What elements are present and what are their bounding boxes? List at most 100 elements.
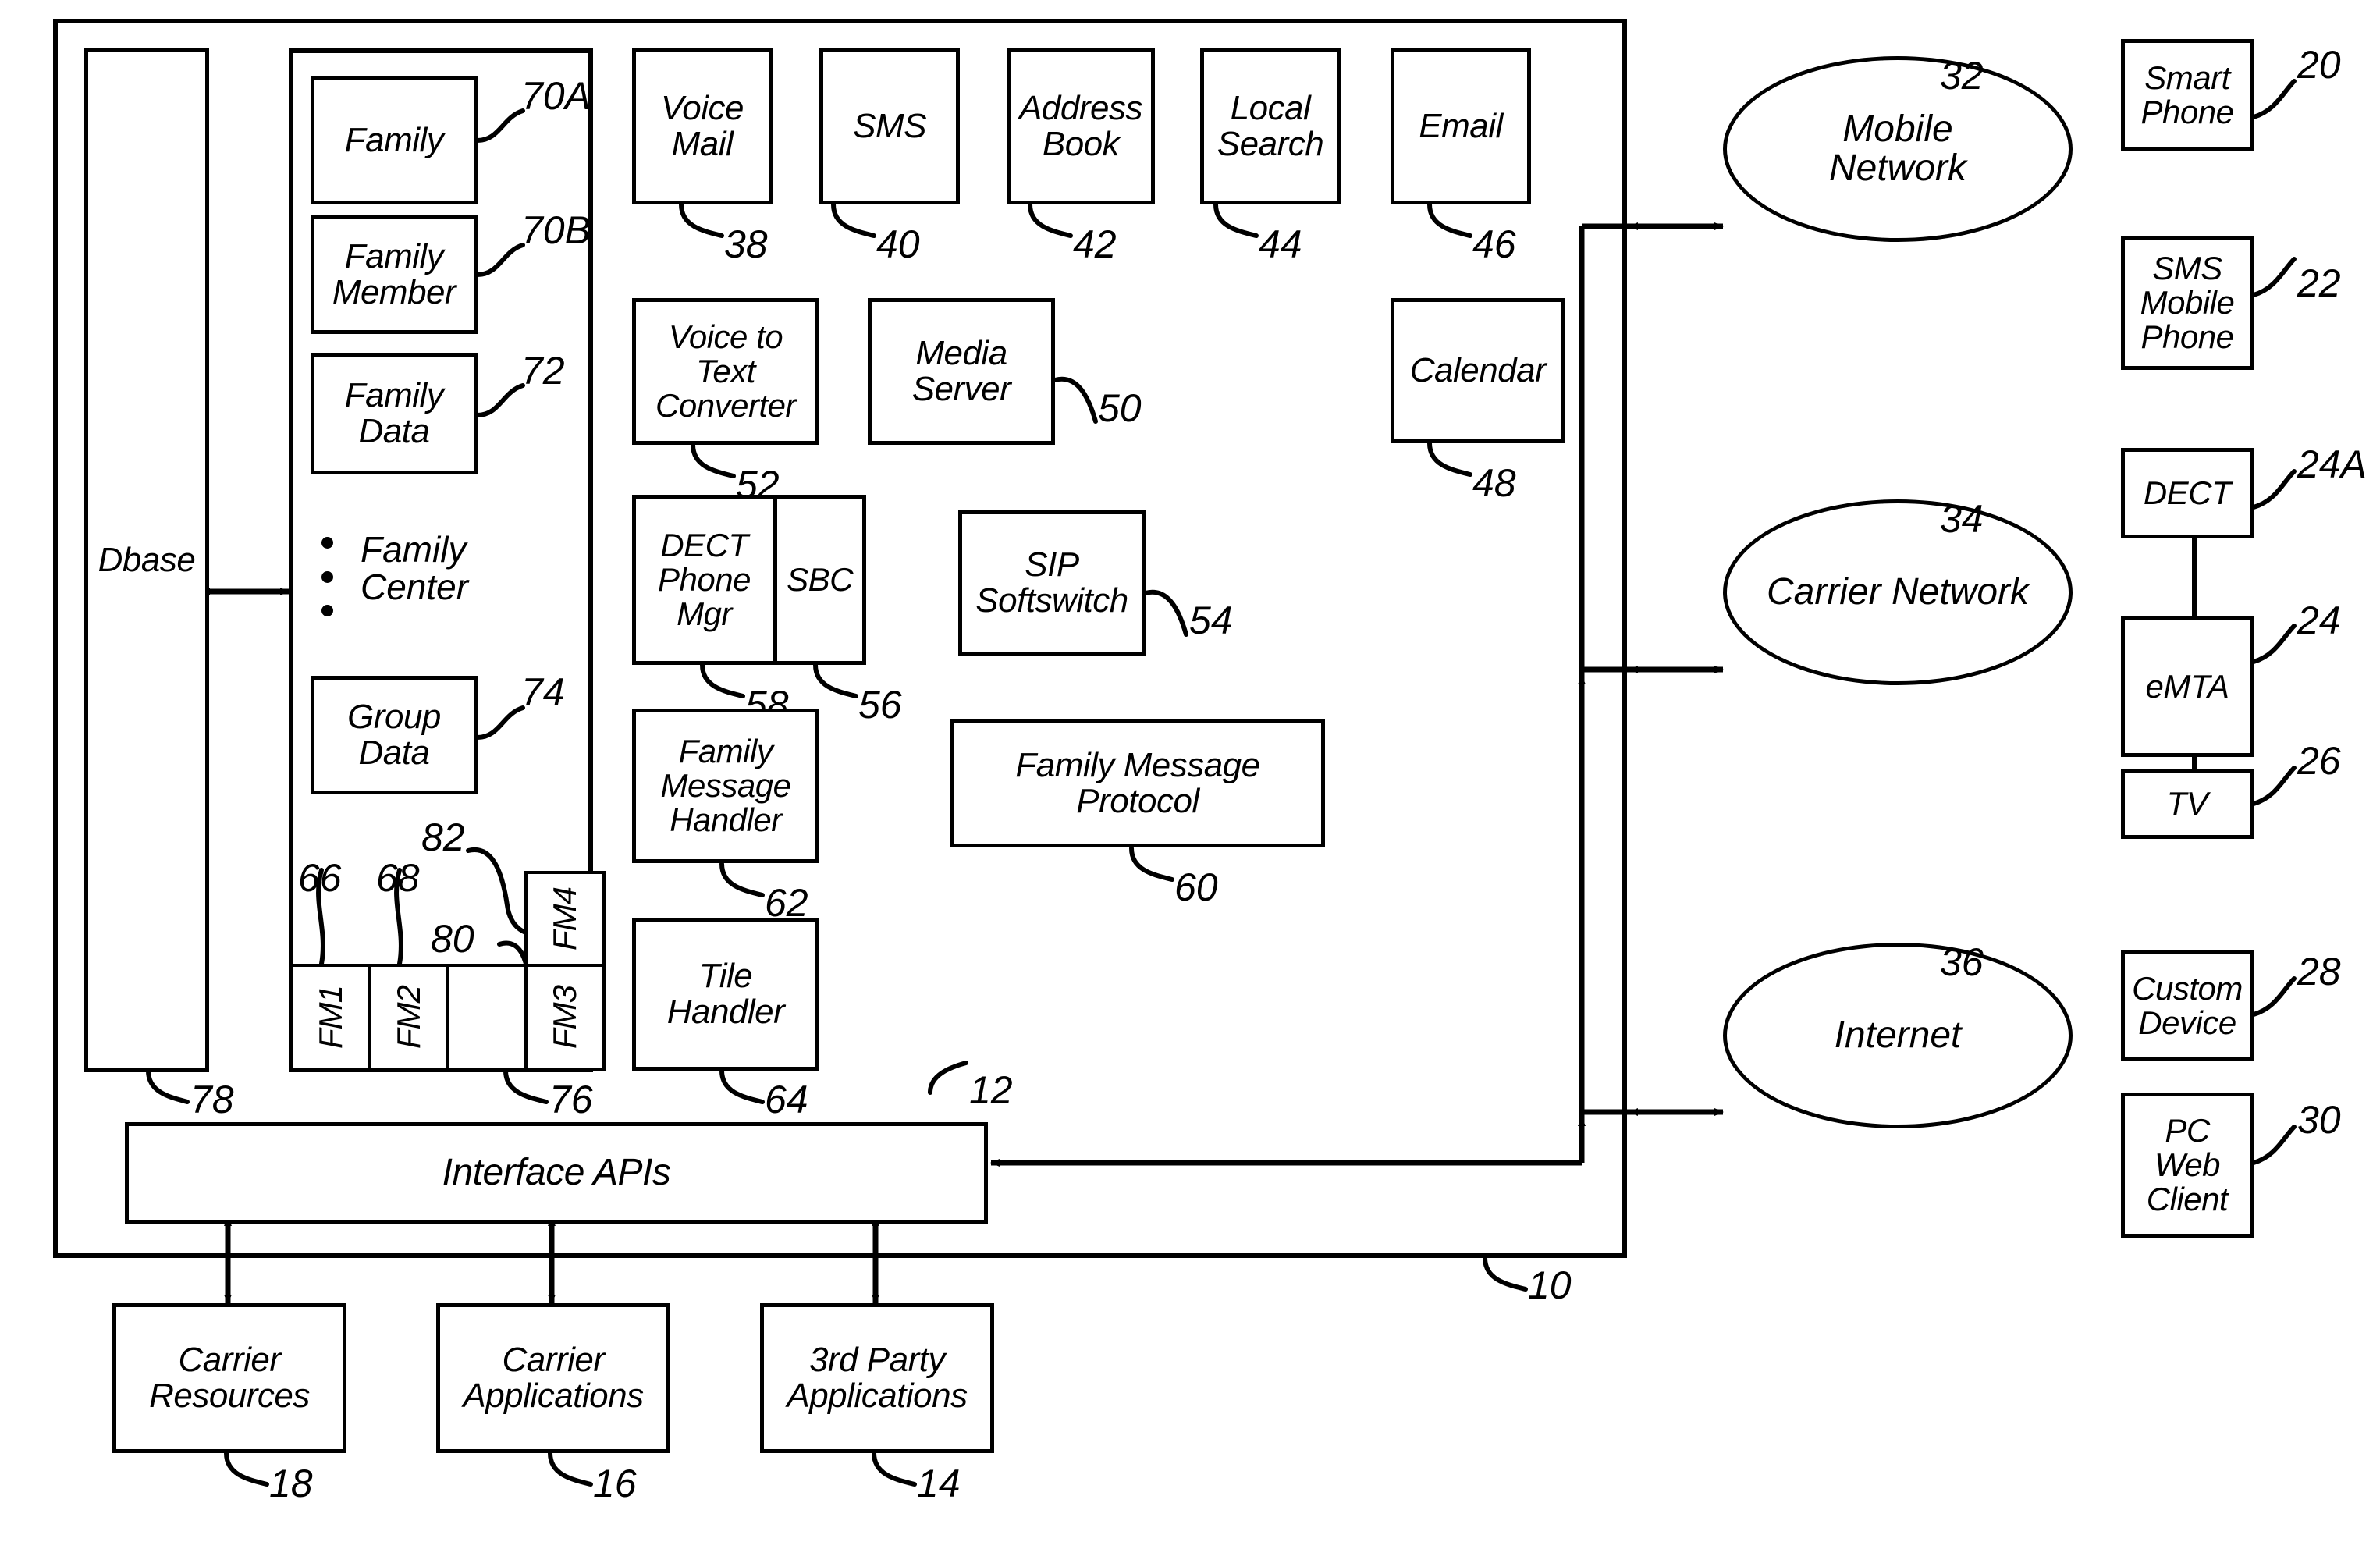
mobile-network-label: Mobile Network — [1828, 108, 1967, 189]
sms-box[interactable]: SMS — [819, 48, 960, 204]
ref-32: 32 — [1940, 54, 1984, 98]
family-member-label: Family Member — [332, 236, 456, 311]
ref-18: 18 — [269, 1462, 313, 1505]
fm-strip-spacer — [446, 964, 528, 1071]
ref-66: 66 — [298, 856, 342, 900]
interface-apis-label: Interface APIs — [442, 1151, 671, 1193]
bullet-dot — [321, 605, 333, 616]
third-party-applications-label: 3rd Party Applications — [787, 1340, 968, 1415]
carrier-resources-box[interactable]: Carrier Resources — [112, 1303, 346, 1453]
local-search-label: Local Search — [1217, 88, 1324, 163]
family-member-box[interactable]: Family Member — [311, 215, 478, 334]
ref-50: 50 — [1098, 386, 1142, 430]
carrier-network-ellipse[interactable]: Carrier Network — [1723, 499, 2073, 685]
pc-web-client-box[interactable]: PC Web Client — [2121, 1093, 2254, 1238]
fm1-box[interactable]: FM1 — [290, 964, 371, 1071]
figure-canvas: Dbase 78 Family 70A Family Member 70B Fa… — [0, 0, 2380, 1542]
email-box[interactable]: Email — [1391, 48, 1531, 204]
ref-26: 26 — [2297, 739, 2341, 783]
calendar-box[interactable]: Calendar — [1391, 298, 1565, 443]
tv-box[interactable]: TV — [2121, 769, 2254, 839]
fm4-box[interactable]: FM4 — [524, 871, 606, 967]
fm2-label: FM2 — [389, 986, 427, 1049]
calendar-label: Calendar — [1409, 350, 1547, 389]
dect-phone-mgr-label: DECT Phone Mgr — [658, 526, 751, 633]
emta-label: eMTA — [2145, 667, 2229, 705]
family-message-handler-box[interactable]: Family Message Handler — [632, 709, 819, 863]
ref-34: 34 — [1940, 497, 1984, 541]
tile-handler-label: Tile Handler — [666, 956, 785, 1031]
family-data-box[interactable]: Family Data — [311, 353, 478, 474]
voice-mail-box[interactable]: Voice Mail — [632, 48, 773, 204]
carrier-applications-box[interactable]: Carrier Applications — [436, 1303, 670, 1453]
family-box[interactable]: Family — [311, 76, 478, 204]
ref-56: 56 — [858, 683, 902, 727]
ref-40: 40 — [876, 222, 920, 266]
ref-24: 24 — [2297, 599, 2341, 642]
dect-phone-mgr-box[interactable]: DECT Phone Mgr — [632, 495, 776, 665]
ref-22: 22 — [2297, 261, 2341, 305]
sms-label: SMS — [853, 106, 926, 145]
ref-14: 14 — [917, 1462, 961, 1505]
emta-box[interactable]: eMTA — [2121, 616, 2254, 757]
pc-web-client-label: PC Web Client — [2146, 1111, 2229, 1218]
group-data-box[interactable]: Group Data — [311, 676, 478, 794]
voice-mail-label: Voice Mail — [661, 88, 744, 163]
dect-label: DECT — [2143, 474, 2232, 511]
internet-label: Internet — [1834, 1014, 1962, 1056]
smart-phone-box[interactable]: Smart Phone — [2121, 39, 2254, 151]
ref-30: 30 — [2297, 1098, 2341, 1142]
dect-box[interactable]: DECT — [2121, 448, 2254, 538]
ref-48: 48 — [1472, 461, 1516, 505]
ref-44: 44 — [1259, 222, 1302, 266]
local-search-box[interactable]: Local Search — [1200, 48, 1341, 204]
mobile-network-ellipse[interactable]: Mobile Network — [1723, 56, 2073, 242]
ref-36: 36 — [1940, 940, 1984, 984]
internet-ellipse[interactable]: Internet — [1723, 943, 2073, 1128]
ref-42: 42 — [1073, 222, 1117, 266]
tile-handler-box[interactable]: Tile Handler — [632, 918, 819, 1071]
bullet-dot — [321, 570, 333, 583]
ref-82: 82 — [421, 815, 465, 859]
sms-mobile-phone-box[interactable]: SMS Mobile Phone — [2121, 236, 2254, 370]
carrier-network-label: Carrier Network — [1766, 570, 2030, 613]
carrier-resources-label: Carrier Resources — [149, 1340, 310, 1415]
fm4-label: FM4 — [545, 887, 583, 950]
ref-28: 28 — [2297, 950, 2341, 993]
family-message-handler-label: Family Message Handler — [660, 732, 791, 839]
fm3-box[interactable]: FM3 — [524, 964, 606, 1071]
fm1-label: FM1 — [311, 986, 349, 1049]
family-label: Family — [344, 120, 444, 159]
smart-phone-label: Smart Phone — [2140, 59, 2234, 130]
family-data-label: Family Data — [344, 375, 444, 450]
custom-device-box[interactable]: Custom Device — [2121, 950, 2254, 1061]
ref-68: 68 — [376, 856, 420, 900]
sip-softswitch-box[interactable]: SIP Softswitch — [958, 510, 1146, 656]
ref-62: 62 — [765, 881, 808, 925]
custom-device-label: Custom Device — [2132, 969, 2243, 1041]
address-book-box[interactable]: Address Book — [1007, 48, 1155, 204]
dbase-box[interactable]: Dbase — [84, 48, 209, 1072]
interface-apis-box[interactable]: Interface APIs — [125, 1122, 988, 1224]
group-data-label: Group Data — [347, 697, 441, 772]
ref-54: 54 — [1189, 599, 1233, 642]
family-center-bullets — [321, 537, 336, 616]
ref-38: 38 — [724, 222, 768, 266]
ref-76: 76 — [549, 1078, 593, 1121]
family-message-protocol-box[interactable]: Family Message Protocol — [950, 719, 1325, 847]
ref-60: 60 — [1174, 865, 1218, 909]
media-server-label: Media Server — [911, 333, 1011, 408]
voice-to-text-converter-box[interactable]: Voice to Text Converter — [632, 298, 819, 445]
fm3-label: FM3 — [545, 986, 583, 1049]
ref-20: 20 — [2297, 43, 2341, 87]
media-server-box[interactable]: Media Server — [868, 298, 1055, 445]
ref-70b: 70B — [521, 208, 591, 252]
third-party-applications-box[interactable]: 3rd Party Applications — [760, 1303, 994, 1453]
ref-64: 64 — [765, 1078, 808, 1121]
ref-12: 12 — [969, 1068, 1013, 1112]
tv-label: TV — [2166, 784, 2208, 822]
ref-80: 80 — [431, 917, 474, 961]
sbc-box[interactable]: SBC — [773, 495, 866, 665]
ref-24a: 24A — [2297, 442, 2367, 486]
fm2-box[interactable]: FM2 — [368, 964, 449, 1071]
